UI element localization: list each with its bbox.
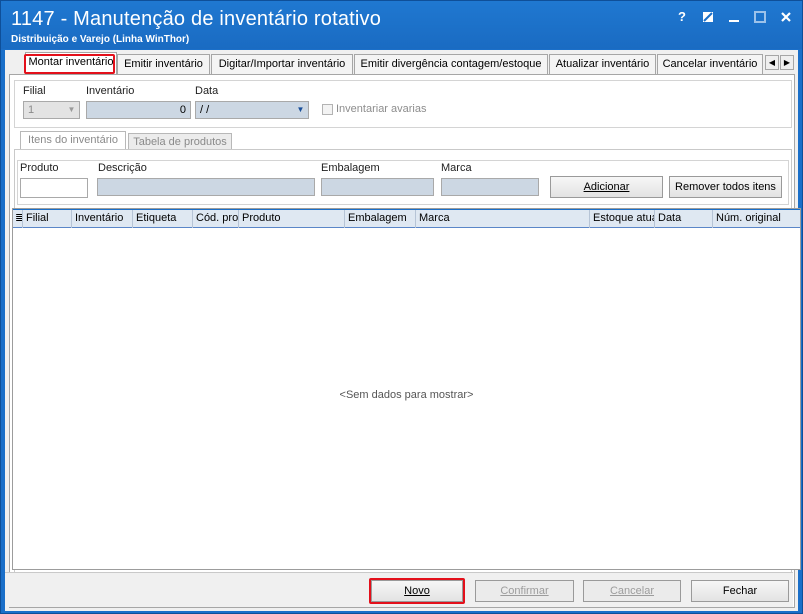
col-marca[interactable]: Marca (416, 210, 590, 228)
tab-atualizar-inventario[interactable]: Atualizar inventário (549, 54, 656, 74)
grid-header: ≣ Filial Inventário Etiqueta Cód. pro Pr… (13, 209, 800, 228)
marca-label: Marca (441, 162, 472, 174)
tab-highlight-box (24, 54, 115, 74)
avarias-label: Inventariar avarias (336, 103, 427, 115)
filter-group: Filial 1 ▼ Inventário 0 Data / / ▼ Inven… (14, 80, 792, 128)
title-bar: 1147 - Manutenção de inventário rotativo… (1, 1, 802, 49)
col-num-original[interactable]: Núm. original (713, 210, 800, 228)
subtab-label: Tabela de produtos (133, 136, 227, 148)
tab-scroll-left-icon[interactable]: ◀ (765, 55, 779, 70)
adicionar-label: Adicionar (583, 181, 630, 193)
chevron-down-icon: ▼ (67, 105, 76, 114)
confirmar-label: Confirmar (500, 585, 549, 597)
data-label: Data (195, 85, 219, 97)
grid-empty-message: <Sem dados para mostrar> (339, 389, 474, 401)
marca-field[interactable] (441, 178, 539, 196)
chevron-down-icon[interactable]: ▼ (293, 102, 308, 118)
product-form: Produto Descrição Embalagem Marca Adicio… (17, 160, 789, 205)
col-filial[interactable]: Filial (23, 210, 72, 228)
remover-todos-button[interactable]: Remover todos itens (669, 176, 782, 198)
client-area: Montar inventário Emitir inventário Digi… (5, 50, 801, 611)
subtab-itens-inventario[interactable]: Itens do inventário (20, 131, 126, 150)
maximize-icon[interactable] (752, 9, 768, 25)
tab-label: Cancelar inventário (662, 58, 758, 70)
embalagem-label: Embalagem (321, 162, 380, 174)
inventario-label: Inventário (86, 85, 135, 97)
help-icon[interactable]: ? (674, 9, 690, 25)
filial-combo[interactable]: 1 ▼ (23, 101, 80, 119)
main-tabs: Montar inventário Emitir inventário Digi… (13, 52, 794, 75)
col-data[interactable]: Data (655, 210, 713, 228)
produto-label: Produto (20, 162, 59, 174)
descricao-label: Descrição (98, 162, 147, 174)
adicionar-button[interactable]: Adicionar (550, 176, 663, 198)
column-chooser-icon[interactable]: ≣ (13, 210, 23, 228)
col-estoque-atual[interactable]: Estoque atua (590, 210, 655, 228)
cancelar-button[interactable]: Cancelar (583, 580, 681, 602)
col-cod-produto[interactable]: Cód. pro (193, 210, 239, 228)
novo-highlight-box (369, 578, 465, 604)
tab-panel-montar: Filial 1 ▼ Inventário 0 Data / / ▼ Inven… (9, 74, 801, 608)
tab-label: Emitir divergência contagem/estoque (360, 58, 542, 70)
avarias-checkbox[interactable] (322, 104, 333, 115)
tab-digitar-importar[interactable]: Digitar/Importar inventário (211, 54, 353, 74)
filial-value: 1 (28, 104, 35, 116)
tab-scroll-right-icon[interactable]: ▶ (780, 55, 794, 70)
col-inventario[interactable]: Inventário (72, 210, 133, 228)
tab-cancelar-inventario[interactable]: Cancelar inventário (657, 54, 763, 74)
tab-emitir-divergencia[interactable]: Emitir divergência contagem/estoque (354, 54, 548, 74)
col-embalagem[interactable]: Embalagem (345, 210, 416, 228)
itens-panel: Produto Descrição Embalagem Marca Adicio… (12, 149, 801, 604)
tab-label: Emitir inventário (124, 58, 203, 70)
inventario-value: 0 (179, 104, 186, 116)
subtab-label: Itens do inventário (28, 134, 118, 146)
descricao-field[interactable] (97, 178, 315, 196)
window-title: 1147 - Manutenção de inventário rotativo (11, 8, 382, 30)
window-controls: ? (674, 9, 794, 25)
data-value: / / (200, 104, 210, 116)
remover-label: Remover todos itens (675, 181, 776, 193)
tab-emitir-inventario[interactable]: Emitir inventário (117, 54, 210, 74)
confirmar-button[interactable]: Confirmar (475, 580, 574, 602)
col-etiqueta[interactable]: Etiqueta (133, 210, 193, 228)
fechar-button[interactable]: Fechar (691, 580, 789, 602)
data-field[interactable]: / / ▼ (195, 101, 309, 119)
tab-label: Digitar/Importar inventário (218, 58, 346, 70)
items-grid[interactable]: ≣ Filial Inventário Etiqueta Cód. pro Pr… (12, 208, 801, 570)
fechar-label: Fechar (722, 585, 758, 597)
footer-bar: Novo Confirmar Cancelar Fechar (5, 572, 793, 607)
tab-label: Atualizar inventário (555, 58, 650, 70)
resize-icon[interactable] (700, 9, 716, 25)
produto-input[interactable] (20, 178, 88, 198)
window-subtitle: Distribuição e Varejo (Linha WinThor) (11, 34, 190, 45)
app-window: 1147 - Manutenção de inventário rotativo… (0, 0, 803, 614)
close-icon[interactable] (778, 9, 794, 25)
filial-label: Filial (23, 85, 46, 97)
col-produto[interactable]: Produto (239, 210, 345, 228)
minimize-icon[interactable] (726, 9, 742, 25)
inventario-field[interactable]: 0 (86, 101, 191, 119)
embalagem-field[interactable] (321, 178, 434, 196)
cancelar-label: Cancelar (609, 585, 655, 597)
subtab-tabela-produtos[interactable]: Tabela de produtos (128, 133, 232, 150)
